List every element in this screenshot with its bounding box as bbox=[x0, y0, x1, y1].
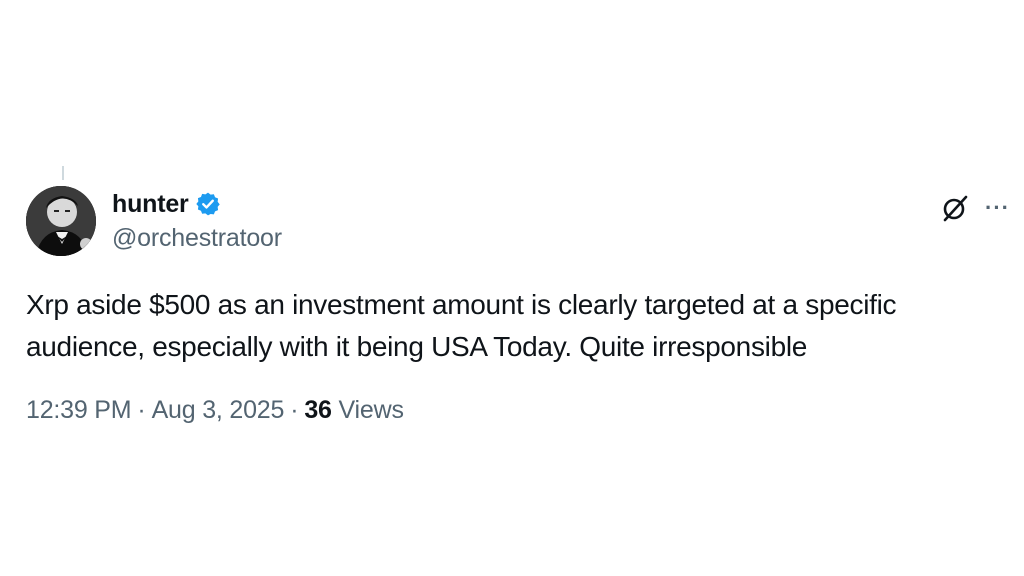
header-actions: ··· bbox=[939, 192, 1010, 224]
thread-connector-line bbox=[62, 166, 64, 180]
avatar-image bbox=[26, 186, 96, 256]
tweet-meta: 12:39 PM · Aug 3, 2025 · 36 Views bbox=[26, 396, 404, 425]
avatar[interactable] bbox=[26, 186, 96, 256]
tweet-date[interactable]: Aug 3, 2025 bbox=[152, 396, 285, 424]
views-count[interactable]: 36 bbox=[304, 396, 332, 424]
grok-icon[interactable] bbox=[939, 192, 971, 224]
meta-separator: · bbox=[290, 396, 299, 424]
tweet-time[interactable]: 12:39 PM bbox=[26, 396, 132, 424]
tweet-text: Xrp aside $500 as an investment amount i… bbox=[26, 289, 897, 362]
meta-separator: · bbox=[137, 396, 146, 424]
tweet-page: hunter @orchestratoor ··· Xrp aside $500… bbox=[0, 0, 1024, 576]
tweet-header: hunter @orchestratoor bbox=[26, 186, 282, 256]
user-info: hunter @orchestratoor bbox=[112, 186, 282, 253]
display-name[interactable]: hunter bbox=[112, 190, 189, 219]
verified-badge-icon[interactable] bbox=[195, 191, 221, 217]
user-handle[interactable]: @orchestratoor bbox=[112, 224, 282, 253]
views-label: Views bbox=[338, 396, 404, 424]
name-row: hunter bbox=[112, 186, 282, 222]
more-options-icon[interactable]: ··· bbox=[985, 197, 1010, 219]
